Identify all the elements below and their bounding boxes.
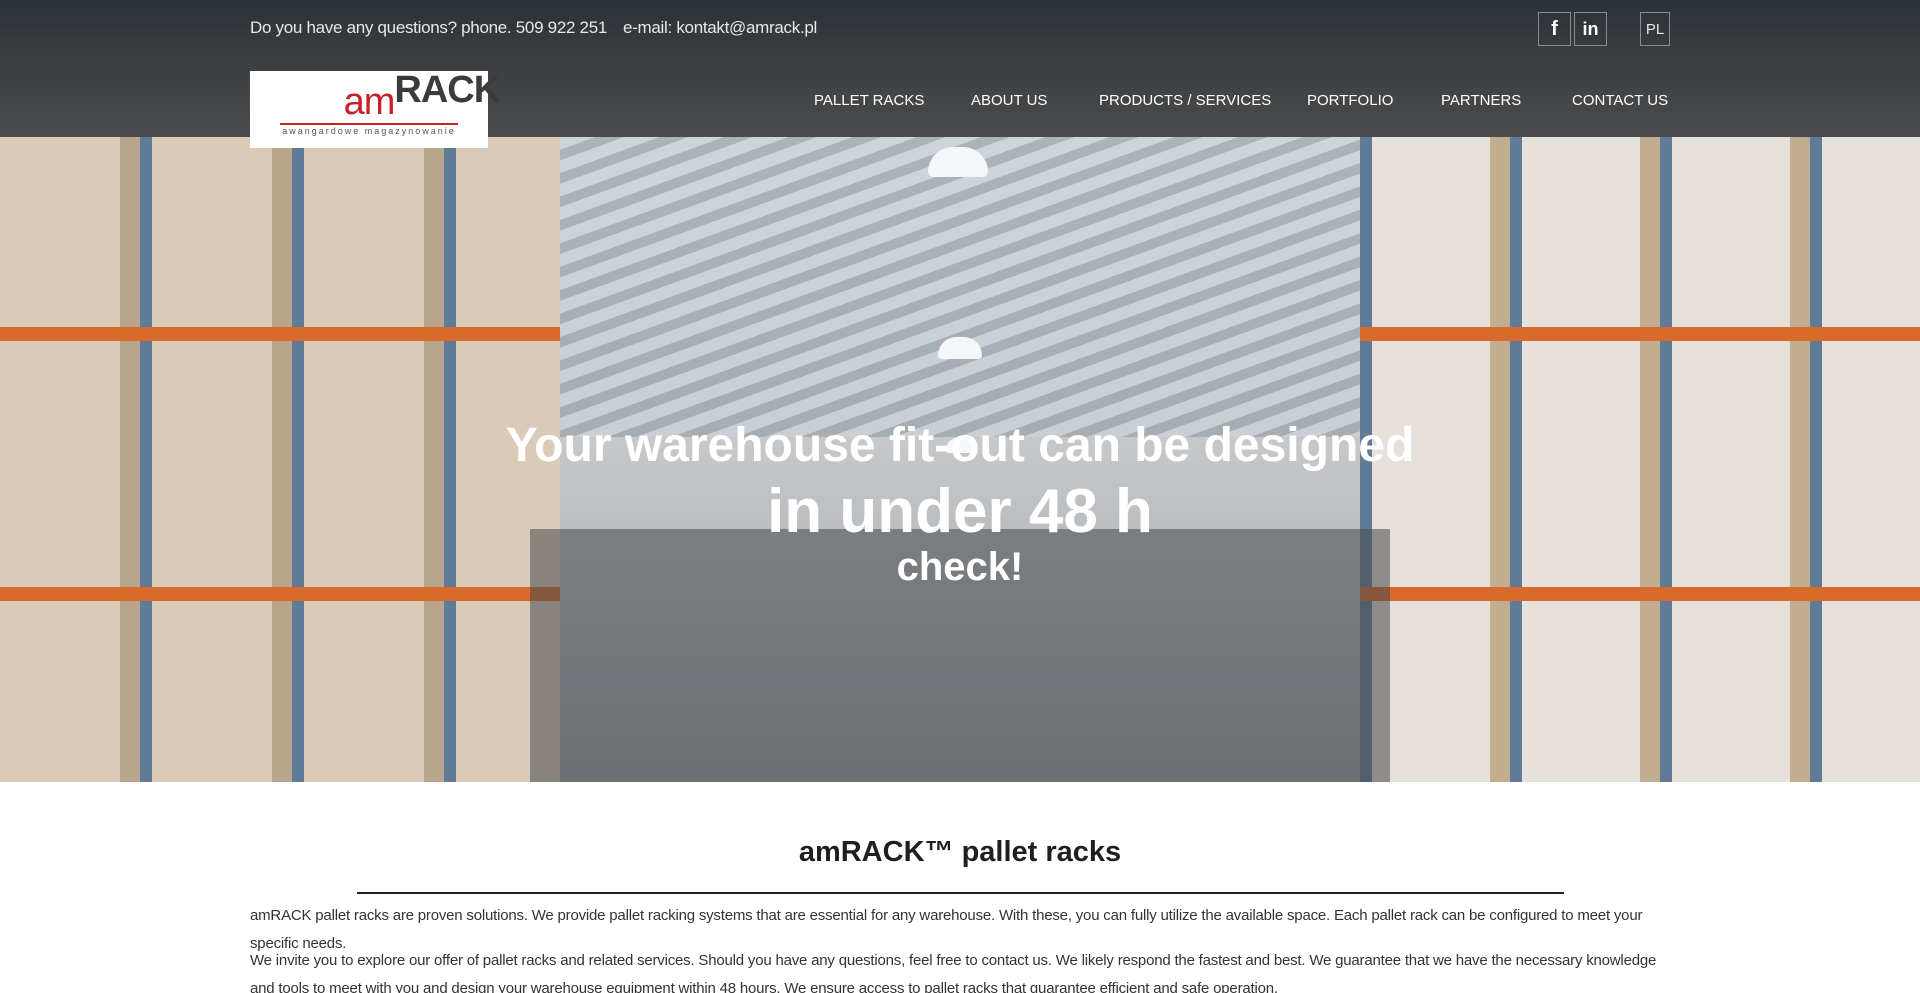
- email-text[interactable]: e-mail: kontakt@amrack.pl: [623, 18, 817, 38]
- hero-cta-text[interactable]: check!: [0, 545, 1920, 590]
- section-title: amRACK™ pallet racks: [798, 836, 1122, 868]
- nav-item-about-us[interactable]: ABOUT US: [971, 92, 1047, 109]
- section-divider: [357, 892, 1564, 894]
- hero-headline: Your warehouse fit-out can be designed: [505, 419, 1415, 472]
- invite-paragraph: We invite you to explore our offer of pa…: [250, 952, 1657, 993]
- ceiling-lamp: [938, 337, 982, 359]
- logo-rack: RACK: [394, 69, 501, 111]
- facebook-icon[interactable]: f: [1538, 12, 1571, 46]
- nav-item-contact-us[interactable]: CONTACT US: [1572, 92, 1668, 109]
- logo-wordmark: am RACK: [343, 71, 502, 123]
- language-switch-button[interactable]: PL: [1640, 12, 1670, 46]
- logo-am: am: [343, 81, 396, 123]
- nav-item-partners[interactable]: PARTNERS: [1441, 92, 1521, 109]
- nav-item-products-services[interactable]: PRODUCTS / SERVICES: [1099, 92, 1271, 109]
- phone-text[interactable]: Do you have any questions? phone. 509 92…: [250, 18, 607, 38]
- nav-item-pallet-racks[interactable]: PALLET RACKS: [814, 92, 924, 109]
- nav-item-portfolio[interactable]: PORTFOLIO: [1307, 92, 1393, 109]
- hero-headline-emphasis: in under 48 h: [767, 477, 1153, 546]
- linkedin-icon[interactable]: in: [1574, 12, 1607, 46]
- site-logo[interactable]: am RACK awangardowe magazynowanie: [250, 71, 502, 148]
- contact-bar: Do you have any questions? phone. 509 92…: [250, 14, 817, 42]
